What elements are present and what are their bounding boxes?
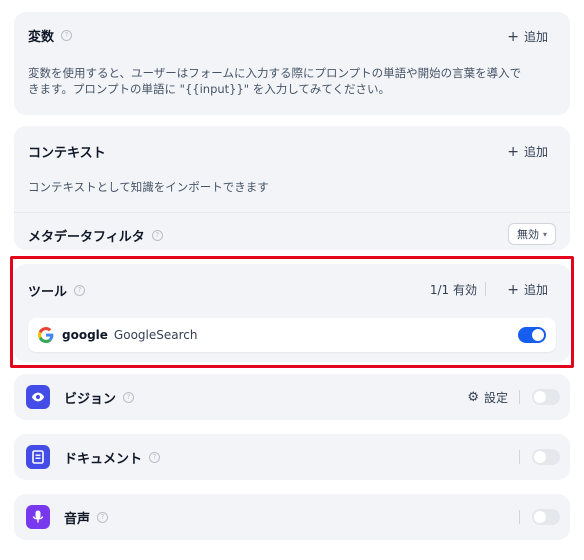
metadata-filter-value: 無効 bbox=[516, 228, 539, 241]
plus-icon: + bbox=[507, 143, 519, 160]
microphone-icon bbox=[26, 505, 50, 529]
divider bbox=[519, 450, 520, 464]
add-variable-label: 追加 bbox=[523, 30, 548, 44]
audio-title: 音声 bbox=[64, 512, 91, 527]
variables-section: 変数 ? + 追加 変数を使用すると、ユーザーはフォームに入力する際にプロンプト… bbox=[14, 12, 570, 115]
help-icon[interactable]: ? bbox=[123, 392, 135, 403]
add-context-label: 追加 bbox=[523, 145, 548, 159]
vision-settings-button[interactable]: ⚙ 設定 bbox=[467, 389, 508, 406]
metadata-filter-label: メタデータフィルタ bbox=[28, 230, 145, 245]
document-title: ドキュメント bbox=[64, 452, 143, 467]
chevron-down-icon: ▾ bbox=[542, 229, 547, 239]
vision-toggle[interactable] bbox=[532, 389, 560, 405]
toggle-knob bbox=[534, 391, 546, 403]
audio-toggle[interactable] bbox=[532, 509, 560, 525]
metadata-filter-select[interactable]: 無効 ▾ bbox=[507, 223, 556, 245]
highlight-box bbox=[10, 256, 574, 368]
divider bbox=[519, 510, 520, 524]
document-section: ドキュメント ? bbox=[14, 434, 570, 480]
help-icon[interactable]: ? bbox=[97, 512, 109, 523]
add-variable-button[interactable]: + 追加 bbox=[507, 28, 548, 45]
divider bbox=[519, 390, 520, 404]
context-title: コンテキスト bbox=[28, 146, 106, 161]
help-icon[interactable]: ? bbox=[61, 30, 73, 41]
vision-title: ビジョン bbox=[64, 392, 117, 407]
variables-title: 変数 bbox=[28, 30, 55, 45]
document-icon bbox=[26, 445, 50, 469]
eye-icon bbox=[26, 385, 50, 409]
gear-icon: ⚙ bbox=[467, 390, 479, 405]
document-toggle[interactable] bbox=[532, 449, 560, 465]
help-icon[interactable]: ? bbox=[149, 452, 161, 463]
help-icon[interactable]: ? bbox=[151, 230, 163, 241]
vision-settings-label: 設定 bbox=[483, 391, 508, 405]
toggle-knob bbox=[534, 451, 546, 463]
plus-icon: + bbox=[507, 28, 519, 45]
context-section: コンテキスト + 追加 コンテキストとして知識をインポートできます メタデータフ… bbox=[14, 126, 570, 250]
context-description: コンテキストとして知識をインポートできます bbox=[28, 180, 269, 194]
vision-section: ビジョン ? ⚙ 設定 bbox=[14, 374, 570, 420]
toggle-knob bbox=[534, 511, 546, 523]
variables-description-line2: きます。プロンプトの単語に "{{input}}" を入力してみてください。 bbox=[28, 82, 391, 96]
add-context-button[interactable]: + 追加 bbox=[507, 143, 548, 160]
variables-description-line1: 変数を使用すると、ユーザーはフォームに入力する際にプロンプトの単語や開始の言葉を… bbox=[28, 66, 522, 80]
divider bbox=[14, 212, 570, 213]
audio-section: 音声 ? bbox=[14, 494, 570, 540]
